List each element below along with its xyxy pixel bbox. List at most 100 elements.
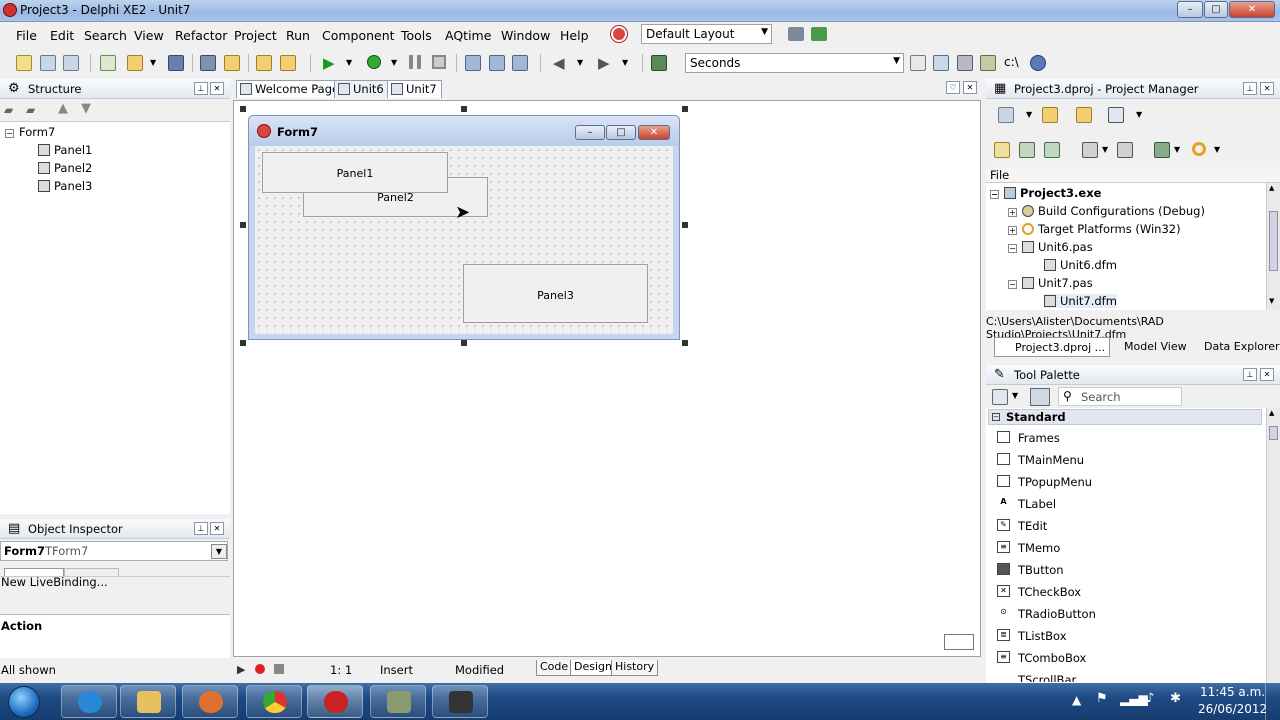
taskbar-explorer[interactable] [120, 685, 176, 718]
expand-icon[interactable]: + [1008, 226, 1017, 235]
close-icon[interactable]: ✕ [210, 522, 224, 535]
folder-icon[interactable]: ▰ [4, 103, 13, 117]
selection-handle[interactable] [461, 340, 467, 346]
network-icon[interactable]: ▂▄▆ [1120, 692, 1148, 706]
tree-item-unit7-pas[interactable]: − Unit7.pas [1008, 276, 1093, 290]
close-icon[interactable]: ✕ [210, 82, 224, 95]
taskbar-app-5[interactable] [370, 685, 426, 718]
tab-model-view[interactable]: Model View [1106, 340, 1187, 353]
collapse-icon[interactable]: − [990, 190, 999, 199]
close-button[interactable]: ✕ [1229, 1, 1275, 18]
taskbar-app-6[interactable] [432, 685, 488, 718]
tab-unit7[interactable]: Unit7 [387, 80, 442, 98]
trace-into-icon[interactable] [465, 55, 481, 71]
close-icon[interactable]: ✕ [963, 81, 977, 94]
pause-icon[interactable] [409, 55, 421, 69]
record-macro-icon[interactable] [255, 664, 265, 674]
pin-icon[interactable]: ⊥ [194, 82, 208, 95]
forward-arrow-icon[interactable]: ▶ [598, 54, 610, 72]
chevron-down-icon[interactable]: ▼ [211, 544, 227, 559]
tab-history[interactable]: History [611, 660, 659, 676]
new-unit-icon[interactable] [63, 55, 79, 71]
taskbar-media[interactable] [182, 685, 238, 718]
volume-icon[interactable]: ♪ [1146, 691, 1154, 706]
list-icon[interactable] [1082, 142, 1098, 158]
new-items-icon[interactable] [16, 55, 32, 71]
chevron-down-icon[interactable]: ▼ [150, 58, 156, 67]
chevron-down-icon[interactable]: ▼ [1026, 110, 1032, 119]
menu-edit[interactable]: Edit [50, 28, 74, 43]
pin-icon[interactable]: ⊥ [1243, 82, 1257, 95]
panel1-component[interactable]: Panel1 [262, 152, 448, 193]
scroll-thumb[interactable] [1269, 426, 1278, 440]
palette-item-frames[interactable]: Frames [995, 428, 1265, 450]
tree-item-unit6-dfm[interactable]: Unit6.dfm [1044, 258, 1117, 272]
tree-item-build-configurations[interactable]: + Build Configurations (Debug) [1008, 204, 1205, 218]
taskbar-delphi[interactable] [307, 685, 363, 718]
categories-icon[interactable] [992, 389, 1008, 405]
view-unit-icon[interactable] [256, 55, 272, 71]
action-center-icon[interactable]: ⚑ [1096, 691, 1108, 706]
chevron-down-icon[interactable]: ▼ [1136, 110, 1142, 119]
menu-run[interactable]: Run [286, 28, 310, 43]
help-icon[interactable] [1030, 55, 1046, 71]
view-icon[interactable] [1108, 107, 1124, 123]
platform-icon[interactable] [1192, 142, 1206, 156]
sync-icon[interactable] [994, 142, 1010, 158]
palette-item-tmainmenu[interactable]: TMainMenu [995, 450, 1265, 472]
tools-icon[interactable] [980, 55, 996, 71]
close-icon[interactable]: ✕ [1260, 82, 1274, 95]
chevron-down-icon[interactable]: ▼ [1174, 145, 1180, 154]
folder-icon[interactable]: ▰ [26, 103, 35, 117]
pin-icon[interactable]: ⊥ [194, 522, 208, 535]
tree-item-form7[interactable]: − Form7 [5, 125, 55, 139]
bluetooth-icon[interactable]: ✱ [1170, 691, 1181, 706]
tab-unit6[interactable]: Unit6 [334, 80, 389, 98]
tab-code[interactable]: Code [536, 660, 573, 676]
tab-design[interactable]: Design [570, 660, 616, 676]
property-category[interactable]: Action [1, 619, 42, 633]
selection-handle[interactable] [240, 340, 246, 346]
form-minimize-icon[interactable]: – [575, 125, 605, 140]
tree-item-unit7-dfm[interactable]: Unit7.dfm [1044, 294, 1117, 308]
clock-date[interactable]: 26/06/2012 [1198, 702, 1267, 716]
help-globe-icon[interactable] [611, 26, 627, 42]
palette-item-tpopupmenu[interactable]: TPopupMenu [995, 472, 1265, 494]
palette-search[interactable]: ⚲ Search [1058, 387, 1182, 406]
back-arrow-icon[interactable]: ◀ [553, 54, 565, 72]
deploy-icon[interactable] [1154, 142, 1170, 158]
maximize-button[interactable]: □ [1204, 1, 1228, 18]
document-icon[interactable] [910, 55, 926, 71]
add-new-icon[interactable] [1042, 107, 1058, 123]
database-icon[interactable] [957, 55, 973, 71]
tree-item-target-platforms[interactable]: + Target Platforms (Win32) [1008, 222, 1181, 236]
form-maximize-icon[interactable]: □ [606, 125, 636, 140]
menu-view[interactable]: View [134, 28, 164, 43]
menu-window[interactable]: Window [501, 28, 550, 43]
add-to-project-icon[interactable] [100, 55, 116, 71]
collapse-editor-icon[interactable]: ♡ [946, 81, 960, 94]
pointer-icon[interactable] [1030, 388, 1050, 406]
menu-component[interactable]: Component [322, 28, 395, 43]
chevron-down-icon[interactable]: ▼ [1214, 145, 1220, 154]
collapse-icon[interactable]: − [1008, 244, 1017, 253]
play-macro-icon[interactable]: ▶ [237, 663, 245, 676]
arrow-down-icon[interactable]: ▼ [81, 101, 91, 116]
taskbar-ie[interactable] [61, 685, 117, 718]
new-form-icon[interactable] [40, 55, 56, 71]
selection-handle[interactable] [240, 106, 246, 112]
menu-file[interactable]: File [16, 28, 37, 43]
menu-aqtime[interactable]: AQtime [445, 28, 491, 43]
tree-expand-icon[interactable] [1019, 142, 1035, 158]
save-all-icon[interactable] [200, 55, 216, 71]
component-icon[interactable] [651, 55, 667, 71]
chevron-down-icon[interactable]: ▼ [1102, 145, 1108, 154]
column-file[interactable]: File [990, 168, 1009, 182]
tree-item-unit6-pas[interactable]: − Unit6.pas [1008, 240, 1093, 254]
profile-icon[interactable] [933, 55, 949, 71]
layout-combo[interactable]: Default Layout ▼ [641, 24, 772, 44]
palette-item-tcheckbox[interactable]: ✕ TCheckBox [995, 582, 1265, 604]
project-scrollbar[interactable]: ▲ ▼ [1266, 183, 1280, 310]
palette-item-tlistbox[interactable]: ≣ TListBox [995, 626, 1265, 648]
menu-tools[interactable]: Tools [401, 28, 432, 43]
